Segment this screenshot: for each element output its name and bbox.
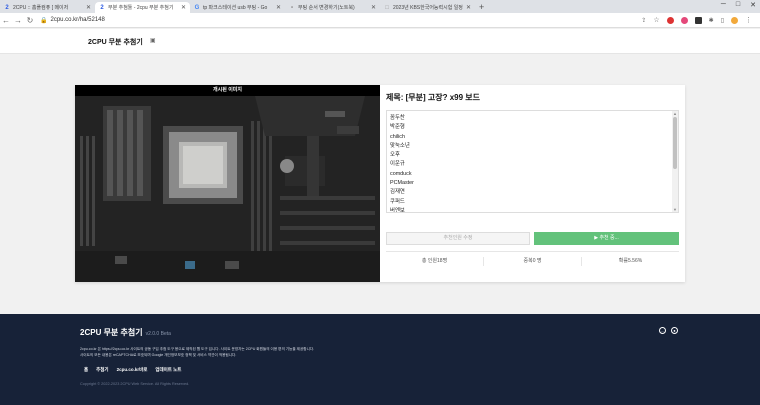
stat-probability: 확률5.56% xyxy=(618,258,643,264)
stat-duplicates: 중복0 명 xyxy=(484,257,582,266)
scrollbar[interactable]: ▲ ▼ xyxy=(672,111,678,212)
share-icon[interactable]: ⇪ xyxy=(641,17,646,24)
participant-name: chilich xyxy=(390,133,405,140)
close-icon[interactable]: ✕ xyxy=(86,4,91,11)
url-field[interactable]: 2cpu.co.kr/ha/52148 xyxy=(50,17,641,23)
star-icon[interactable]: ☆ xyxy=(653,16,659,24)
participant-name: comduck xyxy=(390,170,412,177)
motherboard-photo: 개시된 이미지 xyxy=(75,85,380,282)
site-footer: 2CPU 무분 추첨기 v2.0.0 Beta … ● 2cpu.co.kr 은 … xyxy=(0,314,760,405)
site-favicon-icon: 2 xyxy=(5,4,9,11)
extension-pink-icon[interactable] xyxy=(680,16,688,24)
footer-copyright: Copyright © 2022-2023 2CPU Web Service. … xyxy=(80,382,190,386)
sidebar-icon[interactable]: ▯ xyxy=(721,17,724,24)
google-favicon-icon: G xyxy=(194,4,200,11)
stat-total: 총 인원18명 xyxy=(386,257,484,266)
post-title: 제목: [무분] 고장? x99 보드 xyxy=(386,93,480,102)
page-favicon-icon: □ xyxy=(385,4,389,11)
address-bar: ← → ↻ 🔒 2cpu.co.kr/ha/52148 ⇪ ☆ ✱ ▯ ⋮ xyxy=(0,13,760,28)
extension-dark-icon[interactable] xyxy=(694,16,702,24)
participant-name: 버엔보 xyxy=(390,207,405,213)
chat-icon[interactable]: … xyxy=(659,327,666,334)
close-icon[interactable]: ✕ xyxy=(371,4,376,11)
footer-title: 2CPU 무분 추첨기 v2.0.0 Beta xyxy=(80,327,171,338)
close-icon[interactable]: ✕ xyxy=(181,4,186,11)
footer-icons: … ● xyxy=(659,327,678,334)
participant-name: PCMaster xyxy=(390,180,414,187)
minimize-icon[interactable]: ─ xyxy=(721,1,726,9)
participant-name: 박준형 xyxy=(390,124,405,131)
page-favicon-icon: • xyxy=(290,4,294,11)
extension-red-icon[interactable] xyxy=(666,16,674,24)
footer-brand: 2CPU 무분 추첨기 xyxy=(80,328,143,337)
close-icon[interactable]: ✕ xyxy=(466,4,471,11)
tab-label: 2CPU :: 홈플컴퓨 [ 메이저 xyxy=(13,5,69,11)
browser-tab[interactable]: □ 2023년 KBS한국어능력시험 일정 ✕ xyxy=(380,2,475,13)
browser-tab[interactable]: 2 2CPU :: 홈플컴퓨 [ 메이저 ✕ xyxy=(0,2,95,13)
forward-icon[interactable]: → xyxy=(12,16,24,25)
participant-list-box: 꼼두찬박준형 chilich 맞눅소년오후이운규 comduck PCMaster 김재연… xyxy=(386,110,679,213)
browser-tab[interactable]: G tp 파크스테이션 usb 부팅 - Go ✕ xyxy=(190,2,285,13)
footer-link-2cpu[interactable]: 2cpu.co.kr바로 xyxy=(117,367,148,373)
puzzle-icon[interactable]: ✱ xyxy=(709,17,714,24)
image-caption: 개시된 이미지 xyxy=(75,85,380,96)
giveaway-panel: 제목: [무분] 고장? x99 보드 꼼두찬박준형 chilich 맞눅소년오후이… xyxy=(386,85,679,282)
participant-name: 꼼두찬 xyxy=(390,115,405,121)
browser-tab-active[interactable]: 2 무분 추첨툴 - 2cpu 무분 추첨기 ✕ xyxy=(95,2,190,13)
tab-label: 무분 추첨툴 - 2cpu 무분 추첨기 xyxy=(108,5,174,11)
participant-name: 맞눅소년 xyxy=(390,142,410,149)
window-controls: ─ □ ✕ xyxy=(721,1,756,9)
extension-icons: ⇪ ☆ ✱ ▯ ⋮ xyxy=(641,16,752,24)
edit-count-button[interactable]: 추천인원 수정 xyxy=(386,232,530,245)
back-icon[interactable]: ← xyxy=(0,16,12,25)
draw-stats: 총 인원18명 중복0 명 확률5.56% xyxy=(386,257,679,266)
browser-tab[interactable]: • 부팅 순서 변경하기(노트북) ✕ xyxy=(285,2,380,13)
close-icon[interactable]: ✕ xyxy=(276,4,281,11)
menu-icon[interactable]: ⋮ xyxy=(745,16,752,24)
scroll-down-icon[interactable]: ▼ xyxy=(672,207,678,212)
participant-name: 김재연 xyxy=(390,189,405,196)
new-tab-icon[interactable]: + xyxy=(479,2,484,13)
tab-label: tp 파크스테이션 usb 부팅 - Go xyxy=(203,5,268,11)
reload-icon[interactable]: ↻ xyxy=(24,16,36,25)
giveaway-card: 개시된 이미지 제목: [무분] 고장? x99 보드 꼼두찬 박준형 chil… xyxy=(75,85,685,282)
browser-tabbar: 2 2CPU :: 홈플컴퓨 [ 메이저 ✕ 2 무분 추첨툴 - 2cpu 무… xyxy=(0,0,760,13)
home-icon[interactable]: ▣ xyxy=(150,37,156,44)
tab-label: 2023년 KBS한국어능력시험 일정 xyxy=(393,5,463,11)
footer-desc-line: 사이트의 모든 내용은 reCAPTCHA로 보호되며 Google 개인정보보… xyxy=(80,353,237,357)
footer-description: 2cpu.co.kr 은 https://2cpu.co.kr 사이트의 공동 … xyxy=(80,346,314,358)
participant-name: 오후 xyxy=(390,152,400,159)
divider xyxy=(386,251,679,252)
participant-name: 쿠퍼드 xyxy=(390,198,405,205)
footer-link-home[interactable]: 홈 xyxy=(84,367,88,373)
footer-link-draw[interactable]: 추첨기 xyxy=(96,367,108,373)
close-window-icon[interactable]: ✕ xyxy=(750,1,756,9)
profile-avatar[interactable] xyxy=(731,16,738,24)
participant-list: 꼼두찬박준형 chilich 맞눅소년오후이운규 comduck PCMaster 김재연… xyxy=(387,111,678,213)
action-buttons: 추천인원 수정 ▶ 추천 중... xyxy=(386,232,679,245)
site-favicon-icon: 2 xyxy=(100,4,104,11)
github-icon[interactable]: ● xyxy=(671,327,678,334)
motherboard-image xyxy=(75,96,380,282)
lock-icon[interactable]: 🔒 xyxy=(40,17,47,24)
participant-name: 이운규 xyxy=(390,161,405,168)
maximize-icon[interactable]: □ xyxy=(736,1,740,9)
scrollbar-thumb[interactable] xyxy=(673,117,677,169)
draw-button[interactable]: ▶ 추천 중... xyxy=(534,232,679,245)
footer-links: 홈 추첨기 2cpu.co.kr바로 업데이트 노트 xyxy=(84,367,181,373)
site-brand[interactable]: 2CPU 무분 추첨기 xyxy=(88,37,143,47)
footer-version: v2.0.0 Beta xyxy=(145,331,171,337)
scroll-up-icon[interactable]: ▲ xyxy=(672,111,678,116)
tab-label: 부팅 순서 변경하기(노트북) xyxy=(298,5,355,11)
site-header: 2CPU 무분 추첨기 ▣ xyxy=(0,29,760,54)
footer-link-notes[interactable]: 업데이트 노트 xyxy=(155,367,181,373)
